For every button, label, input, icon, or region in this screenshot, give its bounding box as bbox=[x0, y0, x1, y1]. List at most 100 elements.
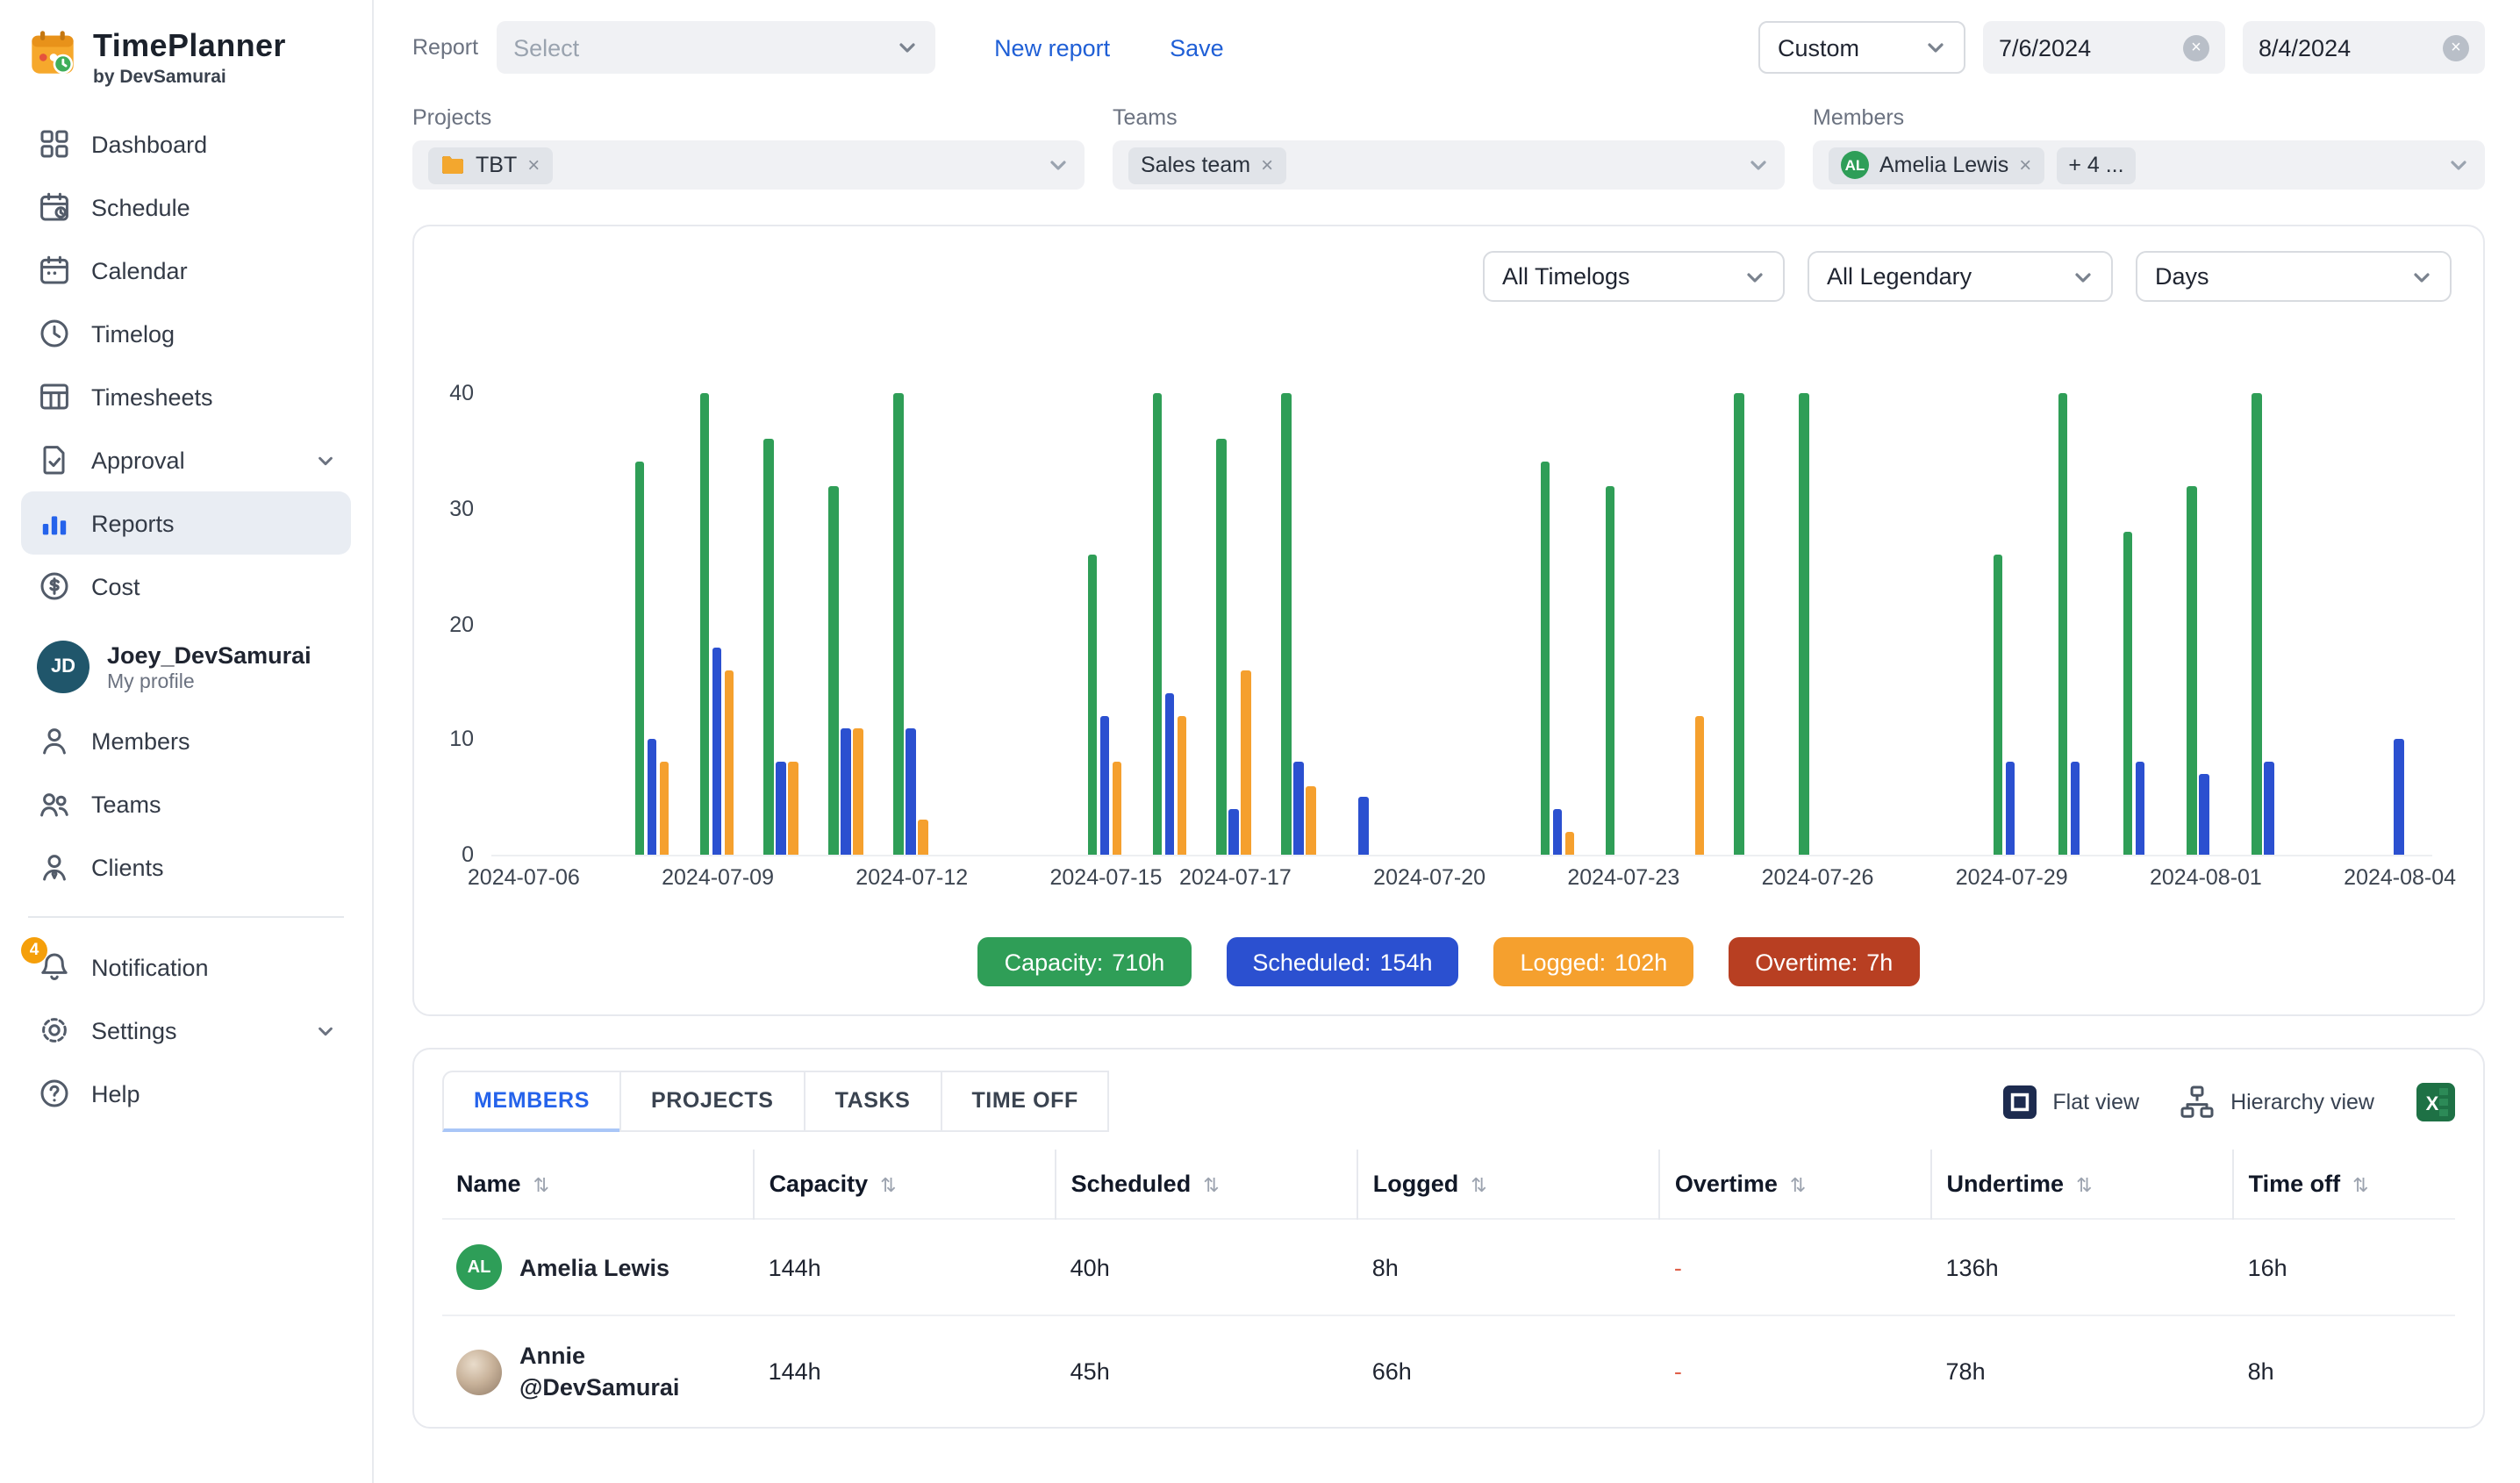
remove-chip-icon[interactable]: × bbox=[1261, 153, 1273, 177]
logged-bar bbox=[1694, 716, 1704, 855]
capacity-bar bbox=[1152, 393, 1162, 855]
flat-view-label[interactable]: Flat view bbox=[2052, 1089, 2139, 1114]
sidebar-item-cost[interactable]: Cost bbox=[21, 555, 351, 618]
sort-icon[interactable]: ⇅ bbox=[533, 1176, 549, 1197]
legend-overtime-button[interactable]: Overtime: 7h bbox=[1729, 937, 1919, 986]
chart-legend: Capacity: 710h Scheduled: 154h Logged: 1… bbox=[446, 937, 2452, 986]
column-header-name[interactable]: Name⇅ bbox=[442, 1150, 755, 1219]
timeoff-value: 8h bbox=[2234, 1315, 2455, 1427]
legend-logged-button[interactable]: Logged: 102h bbox=[1494, 937, 1694, 986]
chevron-down-icon bbox=[2073, 266, 2094, 287]
chevron-down-icon bbox=[316, 450, 335, 469]
sidebar-item-teams[interactable]: Teams bbox=[21, 772, 351, 835]
tab-tasks[interactable]: TASKS bbox=[804, 1071, 942, 1132]
hierarchy-view-label[interactable]: Hierarchy view bbox=[2230, 1089, 2374, 1114]
scheduled-bar bbox=[841, 727, 851, 855]
report-select[interactable]: Select bbox=[496, 21, 934, 74]
tab-timeoff[interactable]: TIME OFF bbox=[940, 1071, 1109, 1132]
granularity-select[interactable]: Days bbox=[2136, 251, 2452, 302]
capacity-bar bbox=[699, 393, 709, 855]
excel-export-icon[interactable]: X bbox=[2416, 1082, 2455, 1121]
column-header-logged[interactable]: Logged⇅ bbox=[1358, 1150, 1660, 1219]
sidebar-item-timesheets[interactable]: Timesheets bbox=[21, 365, 351, 428]
sidebar-item-schedule[interactable]: Schedule bbox=[21, 176, 351, 239]
people-icon bbox=[37, 786, 72, 821]
avatar-photo bbox=[456, 1349, 502, 1394]
flat-view-icon[interactable] bbox=[2000, 1082, 2038, 1121]
save-report-link[interactable]: Save bbox=[1170, 34, 1224, 61]
column-header-scheduled[interactable]: Scheduled⇅ bbox=[1056, 1150, 1358, 1219]
legend-scheduled-button[interactable]: Scheduled: 154h bbox=[1226, 937, 1458, 986]
dollar-icon bbox=[37, 569, 72, 604]
legend-label: Scheduled: bbox=[1252, 949, 1371, 975]
sidebar-item-approval[interactable]: Approval bbox=[21, 428, 351, 491]
clear-date-icon[interactable]: × bbox=[2183, 34, 2209, 61]
column-header-undertime[interactable]: Undertime⇅ bbox=[1932, 1150, 2234, 1219]
member-name: Amelia Lewis bbox=[519, 1254, 669, 1280]
capacity-bar bbox=[893, 393, 903, 855]
legend-capacity-button[interactable]: Capacity: 710h bbox=[978, 937, 1192, 986]
details-table-card: MEMBERS PROJECTS TASKS TIME OFF Flat vie… bbox=[412, 1048, 2485, 1429]
avatar: JD bbox=[37, 641, 89, 693]
legend-value: 154h bbox=[1379, 949, 1432, 975]
column-header-overtime[interactable]: Overtime⇅ bbox=[1660, 1150, 1932, 1219]
clear-date-icon[interactable]: × bbox=[2443, 34, 2469, 61]
sort-icon[interactable]: ⇅ bbox=[1203, 1176, 1219, 1197]
column-header-timeoff[interactable]: Time off⇅ bbox=[2234, 1150, 2455, 1219]
new-report-link[interactable]: New report bbox=[994, 34, 1110, 61]
profile-block[interactable]: JD Joey_DevSamurai My profile bbox=[21, 628, 351, 706]
sort-icon[interactable]: ⇅ bbox=[1471, 1176, 1486, 1197]
legend-label: Capacity: bbox=[1005, 949, 1104, 975]
tab-members[interactable]: MEMBERS bbox=[442, 1071, 621, 1132]
chevron-down-icon bbox=[316, 1021, 335, 1040]
capacity-bar bbox=[1282, 393, 1292, 855]
scheduled-bar bbox=[1294, 763, 1304, 855]
capacity-bar bbox=[2058, 393, 2067, 855]
sort-icon[interactable]: ⇅ bbox=[1790, 1176, 1806, 1197]
scheduled-bar bbox=[906, 727, 915, 855]
sidebar-item-label: Approval bbox=[91, 447, 185, 473]
scheduled-value: 45h bbox=[1056, 1315, 1358, 1427]
report-label: Report bbox=[412, 35, 478, 60]
date-from-field[interactable]: 7/6/2024 × bbox=[1983, 21, 2225, 74]
granularity-value: Days bbox=[2155, 263, 2209, 290]
gear-icon bbox=[37, 1013, 72, 1048]
projects-filter-label: Projects bbox=[412, 105, 1085, 130]
sidebar-item-label: Clients bbox=[91, 854, 164, 880]
table-row[interactable]: AL Amelia Lewis 144h 40h 8h - 136h 16h bbox=[442, 1219, 2455, 1315]
sidebar-item-label: Notification bbox=[91, 954, 209, 980]
column-header-capacity[interactable]: Capacity⇅ bbox=[755, 1150, 1056, 1219]
member-handle: @DevSamurai bbox=[519, 1372, 679, 1402]
sidebar-item-timelog[interactable]: Timelog bbox=[21, 302, 351, 365]
logged-bar bbox=[659, 763, 669, 855]
sidebar-item-settings[interactable]: Settings bbox=[21, 999, 351, 1062]
legend-filter-select[interactable]: All Legendary bbox=[1808, 251, 2113, 302]
remove-chip-icon[interactable]: × bbox=[527, 153, 540, 177]
teams-filter-select[interactable]: Sales team × bbox=[1113, 140, 1785, 190]
sort-icon[interactable]: ⇅ bbox=[2076, 1176, 2092, 1197]
projects-filter-select[interactable]: TBT × bbox=[412, 140, 1085, 190]
hierarchy-view-icon[interactable] bbox=[2178, 1082, 2216, 1121]
timelog-filter-select[interactable]: All Timelogs bbox=[1483, 251, 1785, 302]
sidebar-item-dashboard[interactable]: Dashboard bbox=[21, 112, 351, 176]
date-range-preset-select[interactable]: Custom bbox=[1758, 21, 1965, 74]
table-row[interactable]: Annie @DevSamurai 144h 45h 66h - 78h 8h bbox=[442, 1315, 2455, 1427]
remove-chip-icon[interactable]: × bbox=[2019, 153, 2031, 177]
capacity-bar bbox=[764, 440, 774, 855]
logged-bar bbox=[1112, 763, 1121, 855]
sidebar-item-reports[interactable]: Reports bbox=[21, 491, 351, 555]
sort-icon[interactable]: ⇅ bbox=[880, 1176, 896, 1197]
more-members-chip[interactable]: + 4 ... bbox=[2056, 147, 2136, 183]
x-axis-tick: 2024-07-06 bbox=[468, 865, 580, 890]
sidebar-item-calendar[interactable]: Calendar bbox=[21, 239, 351, 302]
legend-label: Overtime: bbox=[1755, 949, 1858, 975]
sidebar-item-members[interactable]: Members bbox=[21, 709, 351, 772]
sidebar-item-clients[interactable]: Clients bbox=[21, 835, 351, 899]
members-filter-select[interactable]: AL Amelia Lewis × + 4 ... bbox=[1813, 140, 2485, 190]
tab-projects[interactable]: PROJECTS bbox=[619, 1071, 805, 1132]
sidebar-item-help[interactable]: Help bbox=[21, 1062, 351, 1125]
sort-icon[interactable]: ⇅ bbox=[2352, 1176, 2368, 1197]
sidebar-item-notification[interactable]: 4 Notification bbox=[21, 935, 351, 999]
scheduled-bar bbox=[2265, 763, 2274, 855]
date-to-field[interactable]: 8/4/2024 × bbox=[2243, 21, 2485, 74]
